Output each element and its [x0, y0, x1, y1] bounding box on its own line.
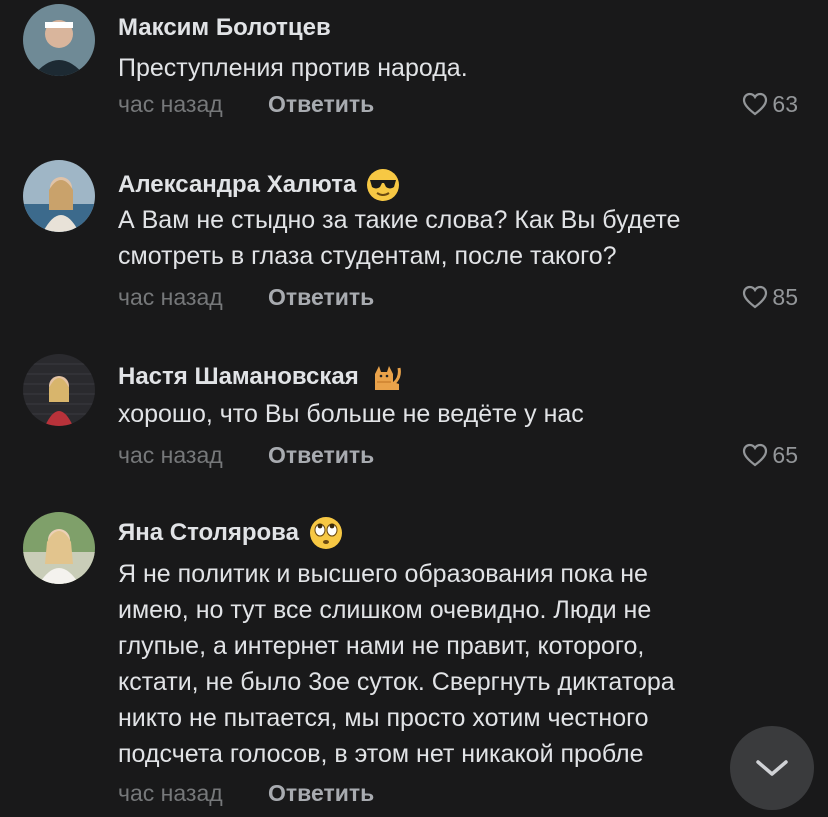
author-name[interactable]: Настя Шамановская: [118, 363, 359, 391]
comment-meta: час назад Ответить 63: [118, 89, 808, 119]
author-name[interactable]: Максим Болотцев: [118, 14, 331, 42]
sunglasses-emoji-icon: [367, 169, 400, 201]
comment-time: час назад: [118, 780, 223, 806]
chevron-down-icon: [756, 760, 788, 776]
comment-line: А Вам не стыдно за такие слова? Как Вы б…: [118, 206, 681, 234]
comment-line: хорошо, что Вы больше не ведёте у нас: [118, 400, 584, 428]
reply-button[interactable]: Ответить: [268, 282, 374, 312]
reply-button[interactable]: Ответить: [268, 440, 374, 470]
reply-button[interactable]: Ответить: [268, 778, 374, 808]
comment-author[interactable]: Максим Болотцев: [118, 14, 331, 42]
like-button[interactable]: 65: [742, 440, 798, 470]
cat-emoji-icon: [374, 366, 401, 390]
avatar[interactable]: [23, 354, 95, 426]
comment-text: Я не политик и высшего образования пока …: [118, 556, 808, 772]
comment-author[interactable]: Яна Столярова: [118, 516, 343, 550]
avatar[interactable]: [23, 512, 95, 584]
comment-line: Преступления против народа.: [118, 54, 468, 82]
comment-line: никто не пытается, мы просто хотим честн…: [118, 704, 649, 732]
reply-button[interactable]: Ответить: [268, 89, 374, 119]
comment-time: час назад: [118, 284, 223, 310]
like-button[interactable]: 63: [742, 89, 798, 119]
eye-roll-emoji-icon: [309, 517, 342, 549]
comment-line: подсчета голосов, в этом нет никакой про…: [118, 740, 644, 768]
author-name[interactable]: Александра Халюта: [118, 171, 356, 199]
comment-time: час назад: [118, 91, 223, 117]
like-count: 85: [772, 284, 798, 310]
heart-icon: [743, 443, 768, 467]
heart-icon: [743, 285, 768, 309]
like-count: 63: [772, 91, 798, 117]
comment-meta: час назад Ответить: [118, 778, 808, 808]
comment-line: смотреть в глаза студентам, после такого…: [118, 242, 617, 270]
comment-text: Преступления против народа.: [118, 50, 808, 86]
comment-meta: час назад Ответить 85: [118, 282, 808, 312]
comment-text: А Вам не стыдно за такие слова? Как Вы б…: [118, 202, 808, 274]
comment-author[interactable]: Александра Халюта: [118, 168, 400, 202]
avatar[interactable]: [23, 4, 95, 76]
author-name[interactable]: Яна Столярова: [118, 519, 299, 547]
comment-meta: час назад Ответить 65: [118, 440, 808, 470]
heart-icon: [743, 92, 768, 116]
avatar[interactable]: [23, 160, 95, 232]
like-button[interactable]: 85: [742, 282, 798, 312]
comment-text: хорошо, что Вы больше не ведёте у нас: [118, 396, 808, 432]
comment-time: час назад: [118, 442, 223, 468]
comment-author[interactable]: Настя Шамановская: [118, 360, 403, 394]
comment-line: глупые, а интернет нами не правит, котор…: [118, 632, 645, 660]
like-count: 65: [772, 442, 798, 468]
scroll-down-button[interactable]: [730, 726, 814, 810]
comment-line: кстати, не было 3ое суток. Свергнуть дик…: [118, 668, 675, 696]
comment-line: имею, но тут все слишком очевидно. Люди …: [118, 596, 652, 624]
comment-line: Я не политик и высшего образования пока …: [118, 560, 648, 588]
